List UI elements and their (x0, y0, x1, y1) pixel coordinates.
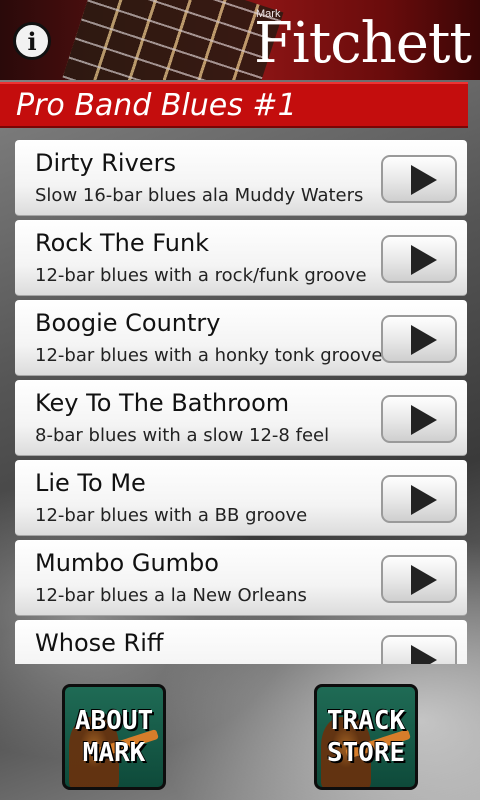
track-name: Dirty Rivers (35, 149, 176, 177)
play-button[interactable] (381, 155, 457, 203)
play-button[interactable] (381, 475, 457, 523)
list-item[interactable]: Whose Riff (15, 620, 467, 664)
play-icon (411, 165, 437, 195)
play-icon (411, 325, 437, 355)
about-mark-button[interactable]: ABOUT MARK (62, 684, 166, 790)
list-item[interactable]: Boogie Country 12-bar blues with a honky… (15, 300, 467, 376)
track-description: Slow 16-bar blues ala Muddy Waters (35, 185, 364, 206)
track-name: Rock The Funk (35, 229, 210, 257)
about-mark-label: ABOUT MARK (65, 705, 163, 769)
list-item[interactable]: Lie To Me 12-bar blues with a BB groove (15, 460, 467, 536)
store-line-2: STORE (326, 738, 406, 768)
header-banner: i Mark Fitchett (0, 0, 480, 80)
track-name: Boogie Country (35, 309, 221, 337)
about-line-2: MARK (82, 738, 146, 768)
track-name: Key To The Bathroom (35, 389, 290, 417)
track-description: 12-bar blues with a rock/funk groove (35, 265, 367, 286)
play-icon (411, 645, 437, 664)
about-line-1: ABOUT (74, 706, 154, 736)
play-button[interactable] (381, 315, 457, 363)
track-description: 8-bar blues with a slow 12-8 feel (35, 425, 330, 446)
track-name: Mumbo Gumbo (35, 549, 219, 577)
guitar-neck-image (62, 0, 284, 80)
brand-last-name: Fitchett (254, 11, 472, 76)
track-description: 12-bar blues a la New Orleans (35, 585, 307, 606)
track-name: Lie To Me (35, 469, 146, 497)
store-line-1: TRACK (326, 706, 406, 736)
play-button[interactable] (381, 235, 457, 283)
track-list[interactable]: Dirty Rivers Slow 16-bar blues ala Muddy… (15, 140, 467, 664)
play-icon (411, 245, 437, 275)
list-item[interactable]: Mumbo Gumbo 12-bar blues a la New Orlean… (15, 540, 467, 616)
track-store-label: TRACK STORE (317, 705, 415, 769)
list-item[interactable]: Dirty Rivers Slow 16-bar blues ala Muddy… (15, 140, 467, 216)
list-item[interactable]: Key To The Bathroom 8-bar blues with a s… (15, 380, 467, 456)
play-button[interactable] (381, 555, 457, 603)
play-button[interactable] (381, 395, 457, 443)
track-description: 12-bar blues with a honky tonk groove (35, 345, 383, 366)
info-icon[interactable]: i (13, 22, 51, 60)
page-title: Pro Band Blues #1 (16, 88, 297, 123)
track-name: Whose Riff (35, 629, 164, 657)
page-title-bar: Pro Band Blues #1 (0, 82, 468, 128)
track-description: 12-bar blues with a BB groove (35, 505, 308, 526)
play-button[interactable] (381, 635, 457, 664)
play-icon (411, 485, 437, 515)
play-icon (411, 405, 437, 435)
track-store-button[interactable]: TRACK STORE (314, 684, 418, 790)
play-icon (411, 565, 437, 595)
list-item[interactable]: Rock The Funk 12-bar blues with a rock/f… (15, 220, 467, 296)
